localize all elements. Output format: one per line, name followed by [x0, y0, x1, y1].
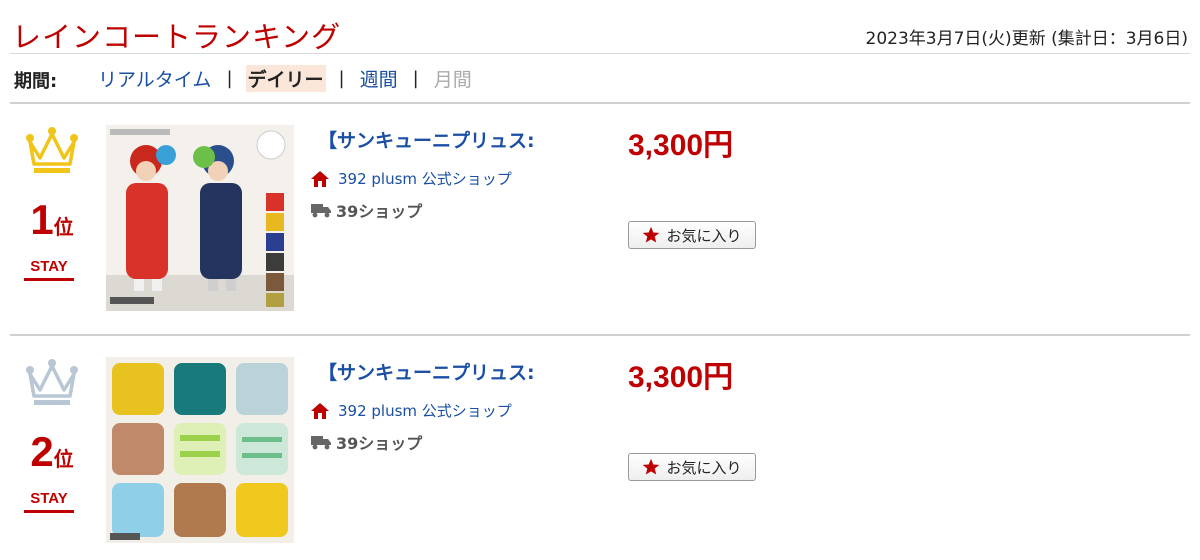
shipping-info: 39ショップ: [310, 198, 422, 222]
product-image[interactable]: [106, 125, 294, 311]
shop-link[interactable]: 392 plusm 公式ショップ: [310, 400, 512, 421]
favorite-label: お気に入り: [666, 226, 742, 245]
star-icon: [643, 458, 660, 475]
tab-separator: |: [226, 68, 233, 89]
rank-number: 1: [30, 196, 54, 243]
product-image[interactable]: [106, 357, 294, 543]
updated-date: 2023年3月7日(火)更新 (集計日：3月6日): [865, 29, 1188, 49]
period-label: 期間:: [14, 71, 58, 92]
gold-crown-icon: [26, 127, 78, 173]
ranking-header: レインコートランキング 2023年3月7日(火)更新 (集計日：3月6日): [10, 0, 1190, 54]
rank-status-badge: STAY: [24, 490, 74, 513]
home-icon: [311, 170, 329, 187]
rank-label: 2位: [22, 428, 82, 476]
delivery-truck-icon: [311, 436, 331, 450]
star-icon: [643, 226, 660, 243]
product-price: 3,300円: [628, 129, 734, 162]
tab-weekly[interactable]: 週間: [358, 65, 400, 92]
tab-realtime[interactable]: リアルタイム: [96, 65, 213, 92]
product-name-link[interactable]: 【サンキューニプリュス:: [318, 358, 544, 385]
add-favorite-button[interactable]: お気に入り: [628, 453, 756, 481]
tab-separator: |: [412, 68, 419, 89]
rank-status-badge: STAY: [24, 258, 74, 281]
product-price: 3,300円: [628, 361, 734, 394]
tab-monthly: 月間: [433, 69, 472, 91]
home-icon: [311, 402, 329, 419]
tab-separator: |: [338, 68, 345, 89]
period-tabs: リアルタイム | デイリー | 週間 | 月間: [96, 65, 474, 92]
shipping-label: 39ショップ: [336, 202, 423, 221]
period-selector: 期間: リアルタイム | デイリー | 週間 | 月間: [10, 54, 1190, 104]
ranking-page: レインコートランキング 2023年3月7日(火)更新 (集計日：3月6日) 期間…: [0, 0, 1200, 560]
silver-crown-icon: [26, 359, 78, 405]
shipping-info: 39ショップ: [310, 430, 422, 454]
rank-suffix: 位: [53, 447, 74, 471]
shipping-label: 39ショップ: [336, 434, 423, 453]
rank-number: 2: [30, 428, 54, 475]
delivery-truck-icon: [311, 204, 331, 218]
ranking-item-2: 2位 STAY 【サンキューニプリュス: 392 plusm 公式ショップ 39…: [10, 336, 1190, 560]
rank-label: 1位: [22, 196, 82, 244]
shop-name: 392 plusm 公式ショップ: [338, 402, 512, 420]
favorite-label: お気に入り: [666, 458, 742, 477]
add-favorite-button[interactable]: お気に入り: [628, 221, 756, 249]
product-name-link[interactable]: 【サンキューニプリュス:: [318, 126, 544, 153]
page-title: レインコートランキング: [12, 20, 342, 54]
shop-name: 392 plusm 公式ショップ: [338, 170, 512, 188]
tab-daily[interactable]: デイリー: [245, 65, 326, 92]
rank-suffix: 位: [53, 215, 74, 239]
ranking-item-1: 1位 STAY 【サンキューニプリュス: 392 plusm 公式ショップ 39…: [10, 104, 1190, 336]
shop-link[interactable]: 392 plusm 公式ショップ: [310, 168, 512, 189]
